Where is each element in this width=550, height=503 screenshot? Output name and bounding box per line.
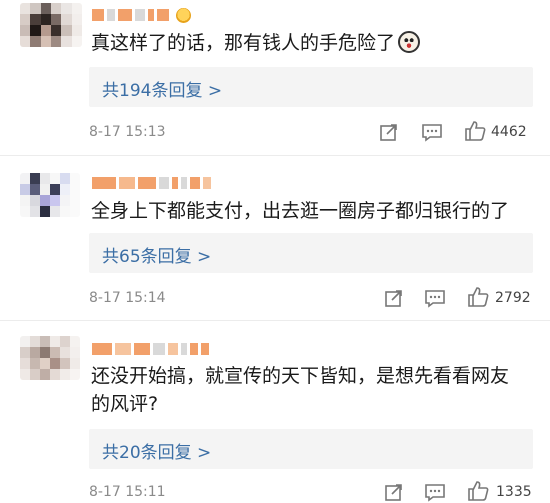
share-button[interactable] xyxy=(384,482,404,502)
reply-count-label: 共20条回复 > xyxy=(102,443,212,463)
like-icon xyxy=(465,121,486,141)
badge-icon xyxy=(176,7,191,23)
avatar[interactable] xyxy=(20,336,80,380)
reply-thread-button[interactable]: 共65条回复 > xyxy=(89,233,533,273)
username[interactable] xyxy=(92,342,209,356)
like-button[interactable] xyxy=(464,120,486,141)
comment-icon xyxy=(425,484,445,502)
comment-button[interactable] xyxy=(421,122,443,142)
username[interactable] xyxy=(92,7,191,23)
share-icon xyxy=(385,484,402,501)
like-count: 4462 xyxy=(491,124,527,140)
timestamp: 8-17 15:14 xyxy=(89,290,166,306)
avatar[interactable] xyxy=(20,173,80,217)
comment-text: 真这样了的话，那有钱人的手危险了 xyxy=(91,29,531,57)
comment-button[interactable] xyxy=(424,288,446,308)
like-count: 1335 xyxy=(496,484,532,500)
divider xyxy=(0,155,550,156)
like-icon xyxy=(468,287,489,307)
like-icon xyxy=(468,481,489,501)
avatar[interactable] xyxy=(20,3,82,47)
share-button[interactable] xyxy=(384,288,404,308)
comment-button[interactable] xyxy=(424,482,446,502)
reply-count-label: 共194条回复 > xyxy=(102,81,223,101)
like-count: 2792 xyxy=(495,290,531,306)
reply-thread-button[interactable]: 共194条回复 > xyxy=(89,67,533,107)
comment-text: 还没开始搞，就宣传的天下皆知，是想先看看网友的风评? xyxy=(91,365,510,415)
reply-thread-button[interactable]: 共20条回复 > xyxy=(89,429,533,469)
emoji-icon xyxy=(398,31,421,53)
username[interactable] xyxy=(92,176,211,190)
share-icon xyxy=(380,124,397,141)
share-icon xyxy=(385,290,402,307)
comment-icon xyxy=(422,124,442,142)
share-button[interactable] xyxy=(379,122,399,142)
timestamp: 8-17 15:11 xyxy=(89,484,166,500)
comment-text: 全身上下都能支付，出去逛一圈房子都归银行的了 xyxy=(91,200,510,222)
like-button[interactable] xyxy=(467,286,489,307)
divider xyxy=(0,320,550,321)
comment-icon xyxy=(425,290,445,308)
timestamp: 8-17 15:13 xyxy=(89,124,166,140)
like-button[interactable] xyxy=(467,480,489,501)
reply-count-label: 共65条回复 > xyxy=(102,247,212,267)
